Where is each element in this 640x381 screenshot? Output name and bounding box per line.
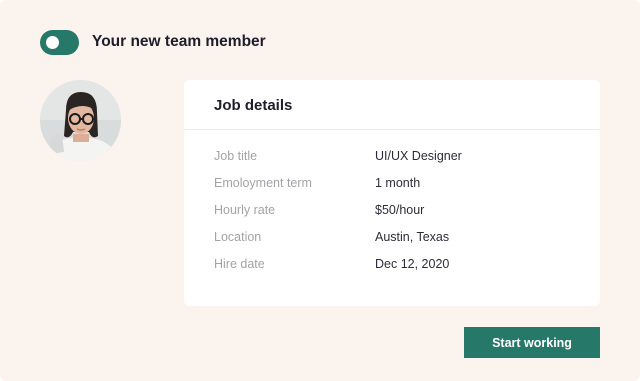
detail-value: Dec 12, 2020 xyxy=(375,257,450,271)
page-header: Your new team member xyxy=(40,29,266,55)
detail-row-hourly-rate: Hourly rate $50/hour xyxy=(214,201,462,228)
detail-row-hire-date: Hire date Dec 12, 2020 xyxy=(214,255,462,282)
detail-label: Hourly rate xyxy=(214,203,276,217)
page-title: Your new team member xyxy=(92,33,266,50)
woman-with-glasses-avatar-icon xyxy=(40,80,121,161)
job-details-list: Job title UI/UX Designer Emoloyment term… xyxy=(214,147,462,282)
detail-value: UI/UX Designer xyxy=(375,149,462,163)
avatar xyxy=(40,80,121,161)
detail-row-employment-term: Emoloyment term 1 month xyxy=(214,174,462,201)
card-title: Job details xyxy=(214,97,293,114)
detail-value: 1 month xyxy=(375,176,421,190)
detail-row-location: Location Austin, Texas xyxy=(214,228,462,255)
divider xyxy=(184,129,600,130)
job-details-card: Job details Job title UI/UX Designer Emo… xyxy=(184,80,600,306)
detail-row-job-title: Job title UI/UX Designer xyxy=(214,147,462,174)
detail-value: Austin, Texas xyxy=(375,230,450,244)
toggle-switch[interactable] xyxy=(40,29,79,55)
page-frame: Your new team member Job details Job tit… xyxy=(0,0,640,381)
toggle-knob xyxy=(46,35,59,49)
detail-label: Job title xyxy=(214,149,258,163)
detail-label: Hire date xyxy=(214,257,265,271)
start-working-button[interactable]: Start working xyxy=(464,327,600,358)
detail-label: Emoloyment term xyxy=(214,176,312,190)
detail-value: $50/hour xyxy=(375,203,425,217)
detail-label: Location xyxy=(214,230,262,244)
